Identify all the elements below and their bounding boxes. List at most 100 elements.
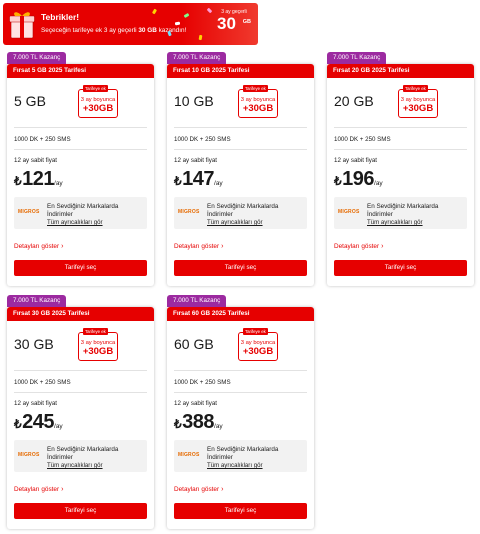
bonus-tag: Tarifeye ek (83, 85, 108, 92)
bonus-data-box: Tarifeye ek 3 ay boyunca +30GB (78, 85, 118, 118)
bonus-tag: Tarifeye ek (243, 328, 268, 335)
gift-icon (9, 12, 35, 39)
divider (14, 370, 147, 371)
promo-box: MIGROS En Sevdiğiniz Markalarda İndiriml… (174, 197, 307, 229)
bonus-amount: +30GB (82, 103, 114, 114)
plan-card: 7.000 TL Kazanç Fırsat 20 GB 2025 Tarife… (327, 52, 474, 286)
currency-symbol: ₺ (174, 417, 182, 431)
promo-link[interactable]: Tüm ayrıcalıkları gör (367, 219, 423, 226)
divider (174, 149, 307, 150)
promo-link[interactable]: Tüm ayrıcalıkları gör (207, 219, 263, 226)
badge-unit: GB (242, 19, 251, 25)
bonus-amount: +30GB (242, 346, 274, 357)
earnings-ribbon: 7.000 TL Kazanç (7, 52, 67, 64)
bonus-data-box: Tarifeye ek 3 ay boyunca +30GB (238, 85, 278, 118)
promo-link[interactable]: Tüm ayrıcalıkları gör (47, 462, 103, 469)
migros-logo: MIGROS (178, 452, 200, 458)
plan-data-amount: 30 GB (14, 336, 54, 352)
confetti (206, 7, 213, 14)
promo-title: En Sevdiğiniz Markalarda İndirimler (47, 203, 119, 218)
bonus-data-box: Tarifeye ek 3 ay boyunca +30GB (78, 328, 118, 361)
details-label: Detayları göster (174, 243, 220, 250)
details-link[interactable]: Detayları göster › (174, 243, 223, 250)
plan-data-amount: 20 GB (334, 93, 374, 109)
minutes-sms: 1000 DK + 250 SMS (14, 136, 71, 143)
badge-amount: 30 (217, 14, 236, 33)
migros-logo: MIGROS (338, 209, 360, 215)
promo-box: MIGROS En Sevdiğiniz Markalarda İndiriml… (334, 197, 467, 229)
migros-logo: MIGROS (178, 209, 200, 215)
minutes-sms: 1000 DK + 250 SMS (174, 379, 231, 386)
minutes-sms: 1000 DK + 250 SMS (174, 136, 231, 143)
fixed-price-label: 12 ay sabit fiyat (174, 400, 217, 407)
details-link[interactable]: Detayları göster › (14, 243, 63, 250)
plan-title: Fırsat 60 GB 2025 Tarifesi (167, 307, 314, 321)
divider (334, 149, 467, 150)
details-link[interactable]: Detayları göster › (14, 486, 63, 493)
bonus-tag: Tarifeye ek (403, 85, 428, 92)
details-link[interactable]: Detayları göster › (174, 486, 223, 493)
confetti (198, 34, 203, 41)
price-amount: 121 (22, 168, 55, 190)
per-month: /ay (214, 423, 223, 430)
monthly-price: ₺245/ay (14, 411, 63, 434)
bonus-amount: +30GB (242, 103, 274, 114)
per-month: /ay (214, 180, 223, 187)
plan-data-amount: 10 GB (174, 93, 214, 109)
divider (14, 127, 147, 128)
fixed-price-label: 12 ay sabit fiyat (174, 157, 217, 164)
bonus-data-box: Tarifeye ek 3 ay boyunca +30GB (238, 328, 278, 361)
promo-box: MIGROS En Sevdiğiniz Markalarda İndiriml… (14, 440, 147, 472)
promo-title: En Sevdiğiniz Markalarda İndirimler (47, 446, 119, 461)
select-plan-button[interactable]: Tarifeyi seç (174, 503, 307, 519)
plan-title: Fırsat 20 GB 2025 Tarifesi (327, 64, 474, 78)
migros-logo: MIGROS (18, 452, 40, 458)
fixed-price-label: 12 ay sabit fiyat (334, 157, 377, 164)
plan-title: Fırsat 10 GB 2025 Tarifesi (167, 64, 314, 78)
plan-data-amount: 5 GB (14, 93, 46, 109)
divider (174, 392, 307, 393)
congrats-banner: Tebrikler! Seçeceğin tarifeye ek 3 ay ge… (3, 3, 258, 45)
monthly-price: ₺147/ay (174, 168, 223, 191)
plan-card: 7.000 TL Kazanç Fırsat 30 GB 2025 Tarife… (7, 295, 154, 529)
chevron-right-icon: › (61, 243, 64, 250)
chevron-right-icon: › (61, 486, 64, 493)
currency-symbol: ₺ (14, 174, 22, 188)
banner-title: Tebrikler! (41, 12, 80, 22)
monthly-price: ₺196/ay (334, 168, 383, 191)
details-label: Detayları göster (14, 486, 60, 493)
promo-box: MIGROS En Sevdiğiniz Markalarda İndiriml… (14, 197, 147, 229)
price-amount: 196 (342, 168, 375, 190)
earnings-ribbon: 7.000 TL Kazanç (167, 52, 227, 64)
chevron-right-icon: › (221, 486, 224, 493)
fixed-price-label: 12 ay sabit fiyat (14, 400, 57, 407)
price-amount: 245 (22, 411, 55, 433)
select-plan-button[interactable]: Tarifeyi seç (14, 260, 147, 276)
banner-subtitle: Seçeceğin tarifeye ek 3 ay geçerli 30 GB… (41, 27, 187, 34)
currency-symbol: ₺ (174, 174, 182, 188)
monthly-price: ₺388/ay (174, 411, 223, 434)
promo-link[interactable]: Tüm ayrıcalıkları gör (207, 462, 263, 469)
confetti (174, 21, 181, 26)
chevron-right-icon: › (381, 243, 384, 250)
bonus-tag: Tarifeye ek (83, 328, 108, 335)
bonus-tag: Tarifeye ek (243, 85, 268, 92)
promo-box: MIGROS En Sevdiğiniz Markalarda İndiriml… (174, 440, 307, 472)
promo-link[interactable]: Tüm ayrıcalıkları gör (47, 219, 103, 226)
select-plan-button[interactable]: Tarifeyi seç (174, 260, 307, 276)
minutes-sms: 1000 DK + 250 SMS (334, 136, 391, 143)
plan-card: 7.000 TL Kazanç Fırsat 10 GB 2025 Tarife… (167, 52, 314, 286)
select-plan-button[interactable]: Tarifeyi seç (14, 503, 147, 519)
divider (14, 392, 147, 393)
minutes-sms: 1000 DK + 250 SMS (14, 379, 71, 386)
chevron-right-icon: › (221, 243, 224, 250)
bonus-amount: +30GB (402, 103, 434, 114)
migros-logo: MIGROS (18, 209, 40, 215)
bonus-amount: +30GB (82, 346, 114, 357)
plan-data-amount: 60 GB (174, 336, 214, 352)
confetti (151, 8, 158, 15)
details-link[interactable]: Detayları göster › (334, 243, 383, 250)
per-month: /ay (54, 423, 63, 430)
divider (14, 149, 147, 150)
select-plan-button[interactable]: Tarifeyi seç (334, 260, 467, 276)
